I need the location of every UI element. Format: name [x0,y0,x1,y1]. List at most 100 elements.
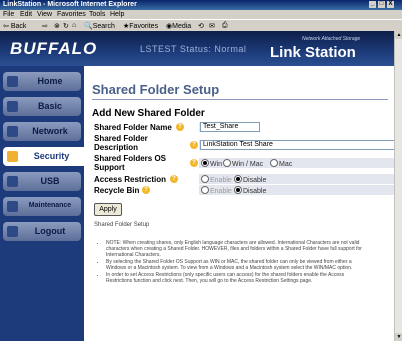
favorites-button[interactable]: ★Favorites [123,22,158,30]
recycle-enable-radio[interactable]: Enable [201,186,232,195]
recycle-disable-label: Disable [243,188,267,195]
header: BUFFALO LSTEST Status: Normal Network At… [0,31,394,66]
security-nav-icon [7,151,18,162]
menu-bar: File Edit View Favorites Tools Help [0,10,402,19]
sidebar-item-basic[interactable]: Basic [3,97,81,116]
history-icon[interactable]: ⟲ [198,22,204,30]
sidebar-item-usb[interactable]: USB [3,172,81,191]
folder-description-input[interactable]: LinkStation Test Share [200,140,394,150]
refresh-icon[interactable]: ↻ [63,22,69,30]
os-mac-label: Mac [279,161,293,168]
stop-icon[interactable]: ⊗ [54,22,60,30]
radio-selected-icon [201,159,209,167]
scroll-down-icon[interactable]: ▼ [395,333,402,341]
basic-nav-icon [7,101,18,112]
os-win-label: Win [210,161,223,168]
help-icon[interactable]: ? [190,141,198,149]
page-title: Shared Folder Setup [92,82,220,97]
os-winmac-label: Win / Mac [232,161,264,168]
menu-favorites[interactable]: Favorites [57,11,86,18]
menu-view[interactable]: View [37,11,52,18]
radio-icon [201,175,209,183]
vertical-scrollbar[interactable]: ▲ ▼ [394,31,402,341]
sidebar-item-label: USB [40,176,60,186]
sidebar-item-security[interactable]: Security [3,147,84,166]
note-item: NOTE: When creating shares, only English… [106,240,368,258]
sidebar-item-label: Security [33,151,70,161]
help-icon[interactable]: ? [170,175,178,183]
usb-nav-icon [7,176,18,187]
media-button[interactable]: ◉Media [166,22,191,30]
access-restriction-label: Access Restriction [94,175,167,184]
sidebar-item-label: Home [37,76,63,86]
sidebar-item-maintenance[interactable]: Maintenance [3,197,81,216]
os-win-radio[interactable]: Win [201,159,222,168]
note-item: By selecting the Shared Folder OS Suppor… [106,259,368,271]
brand-logo: BUFFALO [10,39,98,58]
home-nav-icon [7,76,18,87]
notes-title: Shared Folder Setup [94,222,150,228]
recycle-enable-label: Enable [210,188,232,195]
menu-help[interactable]: Help [110,11,124,18]
access-enable-label: Enable [210,177,232,184]
back-button[interactable]: ⇦ Back [3,22,26,30]
help-icon[interactable]: ? [190,159,198,167]
access-disable-radio[interactable]: Disable [234,175,266,184]
note-item: In order to set Access Restrictions (onl… [106,272,368,284]
help-icon[interactable]: ? [142,186,150,194]
name-label: Shared Folder Name [94,123,172,132]
radio-icon [223,159,231,167]
scroll-up-icon[interactable]: ▲ [395,31,402,39]
folder-name-input[interactable]: Test_Share [200,122,260,132]
help-icon[interactable]: ? [176,123,184,131]
apply-button[interactable]: Apply [94,203,122,216]
sidebar: Home Basic Network Security USB Maintena… [0,66,84,341]
menu-file[interactable]: File [3,11,14,18]
print-icon[interactable]: ⎙ [222,22,228,30]
main-content: Shared Folder Setup Add New Shared Folde… [84,66,394,341]
sidebar-item-label: Logout [34,226,66,236]
title-divider [92,99,388,100]
browser-page: BUFFALO LSTEST Status: Normal Network At… [0,31,394,341]
description-label: Shared Folder Description [94,134,148,152]
mail-icon[interactable]: ✉ [209,22,215,30]
recycle-disable-radio[interactable]: Disable [234,186,266,195]
access-disable-label: Disable [243,177,267,184]
minimize-button[interactable]: _ [369,1,376,8]
sidebar-item-logout[interactable]: Logout [3,222,81,241]
home-icon[interactable]: ⌂ [72,22,76,29]
os-mac-radio[interactable]: Mac [270,159,292,168]
menu-tools[interactable]: Tools [89,11,105,18]
sidebar-item-network[interactable]: Network [3,122,81,141]
access-enable-radio[interactable]: Enable [201,175,232,184]
title-bar: LinkStation - Microsoft Internet Explore… [0,0,402,10]
sidebar-item-label: Network [32,126,68,136]
product-logo: Link Station [270,44,356,61]
radio-selected-icon [234,175,242,183]
forward-button[interactable]: ⇨ [42,22,48,30]
nas-tagline: Network Attached Storage [302,36,361,42]
favorites-label: Favorites [129,23,159,30]
os-support-label: Shared Folders OS Support [94,154,167,172]
sidebar-item-home[interactable]: Home [3,72,81,91]
close-button[interactable]: X [387,1,394,8]
search-label: Search [92,23,115,30]
search-button[interactable]: 🔍Search [84,22,115,30]
radio-icon [201,186,209,194]
status-text: LSTEST Status: Normal [140,44,247,54]
radio-selected-icon [234,186,242,194]
os-winmac-radio[interactable]: Win / Mac [223,159,263,168]
section-title: Add New Shared Folder [92,108,205,119]
window-title: LinkStation - Microsoft Internet Explore… [3,1,137,8]
notes-list: NOTE: When creating shares, only English… [106,240,368,285]
maintenance-nav-icon [7,201,18,212]
sidebar-item-label: Basic [37,101,63,111]
back-label: Back [10,23,27,30]
radio-icon [270,159,278,167]
menu-edit[interactable]: Edit [20,11,32,18]
sidebar-item-label: Maintenance [28,202,72,209]
logout-nav-icon [7,226,18,237]
recycle-bin-label: Recycle Bin [94,186,140,195]
network-nav-icon [7,126,18,137]
maximize-button[interactable]: □ [378,1,385,8]
